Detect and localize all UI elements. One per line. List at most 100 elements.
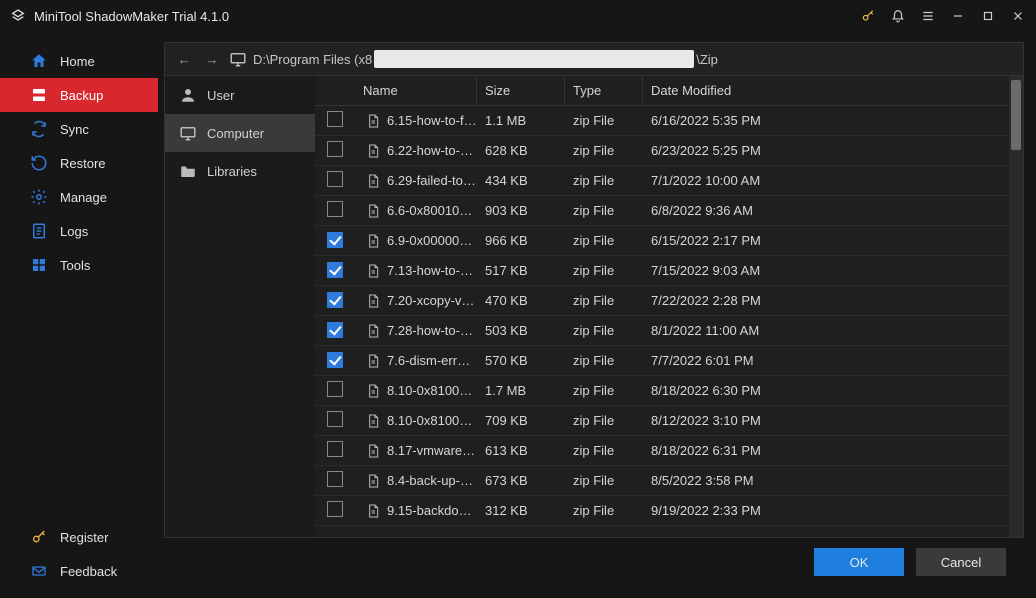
sidebar-item-home[interactable]: Home bbox=[0, 44, 158, 78]
sidebar-item-label: Register bbox=[60, 530, 108, 545]
table-row[interactable]: 8.4-back-up-use…673 KBzip File8/5/2022 3… bbox=[315, 466, 1009, 496]
file-type: zip File bbox=[565, 413, 643, 428]
checkbox[interactable] bbox=[327, 292, 343, 308]
checkbox[interactable] bbox=[327, 201, 343, 217]
scrollbar-thumb[interactable] bbox=[1011, 80, 1021, 150]
file-icon bbox=[365, 323, 381, 339]
scrollbar[interactable] bbox=[1009, 76, 1023, 537]
file-list: Name Size Type Date Modified 6.15-how-to… bbox=[315, 76, 1009, 537]
table-row[interactable]: 6.6-0x80010105.…903 KBzip File6/8/2022 9… bbox=[315, 196, 1009, 226]
file-type: zip File bbox=[565, 173, 643, 188]
table-row[interactable]: 8.17-vmware-bri…613 KBzip File8/18/2022 … bbox=[315, 436, 1009, 466]
file-size: 1.7 MB bbox=[477, 383, 565, 398]
file-date: 7/7/2022 6:01 PM bbox=[643, 353, 1009, 368]
col-date[interactable]: Date Modified bbox=[643, 76, 1009, 105]
close-icon[interactable] bbox=[1010, 8, 1026, 24]
checkbox[interactable] bbox=[327, 411, 343, 427]
file-name: 8.10-0x8100020… bbox=[387, 383, 477, 398]
file-date: 6/15/2022 2:17 PM bbox=[643, 233, 1009, 248]
file-icon bbox=[365, 113, 381, 129]
checkbox[interactable] bbox=[327, 232, 343, 248]
table-row[interactable]: 6.15-how-to-fix-a…1.1 MBzip File6/16/202… bbox=[315, 106, 1009, 136]
maximize-icon[interactable] bbox=[980, 8, 996, 24]
sidebar-item-label: Feedback bbox=[60, 564, 117, 579]
file-icon bbox=[365, 143, 381, 159]
file-icon bbox=[365, 353, 381, 369]
nav-forward-icon[interactable]: → bbox=[201, 52, 223, 67]
checkbox[interactable] bbox=[327, 352, 343, 368]
file-size: 628 KB bbox=[477, 143, 565, 158]
main-panel: ← → D:\Program Files (x8 \Zip UserComput… bbox=[158, 32, 1036, 598]
path-redacted bbox=[374, 50, 694, 68]
path-bar: ← → D:\Program Files (x8 \Zip bbox=[164, 42, 1024, 76]
file-size: 1.1 MB bbox=[477, 113, 565, 128]
table-row[interactable]: 7.6-dism-error-1…570 KBzip File7/7/2022 … bbox=[315, 346, 1009, 376]
app-title: MiniTool ShadowMaker Trial 4.1.0 bbox=[34, 9, 860, 24]
file-date: 7/22/2022 2:28 PM bbox=[643, 293, 1009, 308]
checkbox[interactable] bbox=[327, 141, 343, 157]
nav-back-icon[interactable]: ← bbox=[173, 52, 195, 67]
checkbox[interactable] bbox=[327, 381, 343, 397]
file-icon bbox=[365, 263, 381, 279]
home-icon bbox=[30, 52, 48, 70]
checkbox[interactable] bbox=[327, 441, 343, 457]
manage-icon bbox=[30, 188, 48, 206]
checkbox[interactable] bbox=[327, 171, 343, 187]
table-row[interactable]: 6.9-0x0000003d.…966 KBzip File6/15/2022 … bbox=[315, 226, 1009, 256]
file-size: 434 KB bbox=[477, 173, 565, 188]
sidebar-item-feedback[interactable]: Feedback bbox=[0, 554, 158, 588]
key-icon bbox=[30, 528, 48, 546]
table-row[interactable]: 9.15-backdoor-vi…312 KBzip File9/19/2022… bbox=[315, 496, 1009, 526]
file-type: zip File bbox=[565, 443, 643, 458]
file-size: 709 KB bbox=[477, 413, 565, 428]
cancel-button[interactable]: Cancel bbox=[916, 548, 1006, 576]
sidebar-item-logs[interactable]: Logs bbox=[0, 214, 158, 248]
sidebar-item-manage[interactable]: Manage bbox=[0, 180, 158, 214]
app-window: MiniTool ShadowMaker Trial 4.1.0 bbox=[0, 0, 1036, 598]
computer-icon bbox=[229, 50, 247, 68]
tree-item-computer[interactable]: Computer bbox=[165, 114, 315, 152]
sidebar-item-tools[interactable]: Tools bbox=[0, 248, 158, 282]
file-name: 6.15-how-to-fix-a… bbox=[387, 113, 477, 128]
table-row[interactable]: 7.28-how-to-dete…503 KBzip File8/1/2022 … bbox=[315, 316, 1009, 346]
file-name: 8.10-0x8100020… bbox=[387, 413, 477, 428]
file-icon bbox=[365, 443, 381, 459]
col-type[interactable]: Type bbox=[565, 76, 643, 105]
file-type: zip File bbox=[565, 323, 643, 338]
sidebar-item-backup[interactable]: Backup bbox=[0, 78, 158, 112]
path-text[interactable]: D:\Program Files (x8 \Zip bbox=[253, 50, 718, 68]
sidebar-item-sync[interactable]: Sync bbox=[0, 112, 158, 146]
checkbox[interactable] bbox=[327, 471, 343, 487]
tree-item-libraries[interactable]: Libraries bbox=[165, 152, 315, 190]
upgrade-key-icon[interactable] bbox=[860, 8, 876, 24]
file-icon bbox=[365, 293, 381, 309]
notification-icon[interactable] bbox=[890, 8, 906, 24]
checkbox[interactable] bbox=[327, 262, 343, 278]
user-icon bbox=[179, 86, 197, 104]
tree-item-user[interactable]: User bbox=[165, 76, 315, 114]
file-icon bbox=[365, 173, 381, 189]
tools-icon bbox=[30, 256, 48, 274]
sidebar-item-label: Logs bbox=[60, 224, 88, 239]
sidebar-item-restore[interactable]: Restore bbox=[0, 146, 158, 180]
table-row[interactable]: 8.10-0x8100020…1.7 MBzip File8/18/2022 6… bbox=[315, 376, 1009, 406]
checkbox[interactable] bbox=[327, 501, 343, 517]
checkbox[interactable] bbox=[327, 111, 343, 127]
file-date: 6/8/2022 9:36 AM bbox=[643, 203, 1009, 218]
table-row[interactable]: 6.29-failed-to-cre…434 KBzip File7/1/202… bbox=[315, 166, 1009, 196]
col-size[interactable]: Size bbox=[477, 76, 565, 105]
menu-icon[interactable] bbox=[920, 8, 936, 24]
window-controls bbox=[860, 8, 1026, 24]
table-row[interactable]: 8.10-0x8100020…709 KBzip File8/12/2022 3… bbox=[315, 406, 1009, 436]
file-icon bbox=[365, 203, 381, 219]
col-name[interactable]: Name bbox=[357, 76, 477, 105]
table-row[interactable]: 6.22-how-to-clea…628 KBzip File6/23/2022… bbox=[315, 136, 1009, 166]
file-name: 6.9-0x0000003d.… bbox=[387, 233, 477, 248]
checkbox[interactable] bbox=[327, 322, 343, 338]
table-row[interactable]: 7.13-how-to-rem…517 KBzip File7/15/2022 … bbox=[315, 256, 1009, 286]
sidebar-item-register[interactable]: Register bbox=[0, 520, 158, 554]
sidebar-item-label: Sync bbox=[60, 122, 89, 137]
ok-button[interactable]: OK bbox=[814, 548, 904, 576]
minimize-icon[interactable] bbox=[950, 8, 966, 24]
table-row[interactable]: 7.20-xcopy-vs-r…470 KBzip File7/22/2022 … bbox=[315, 286, 1009, 316]
